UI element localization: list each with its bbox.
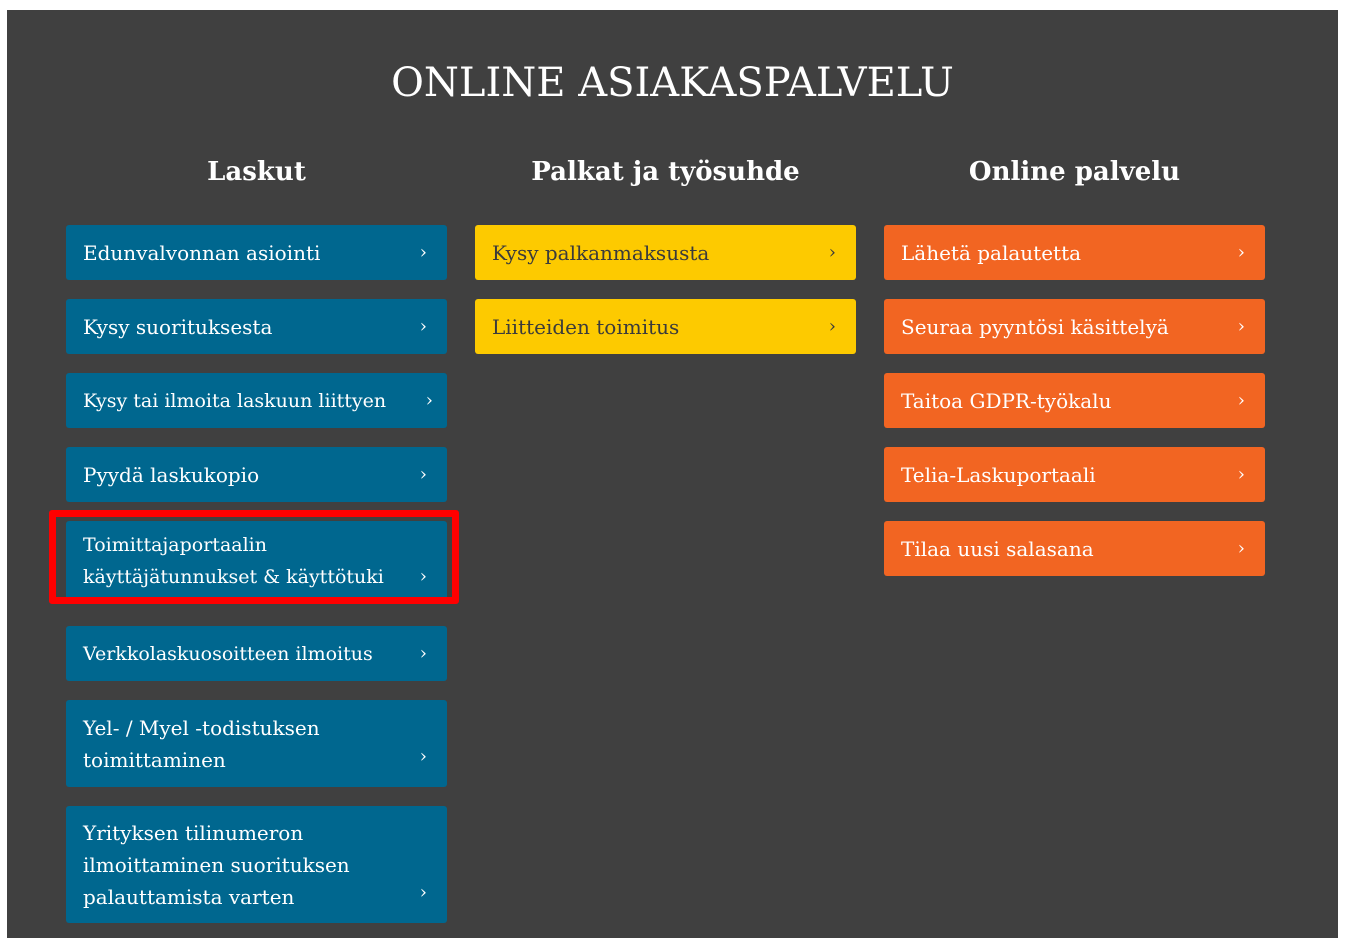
link-kysy-tai-ilmoita-laskuun-liittyen[interactable]: Kysy tai ilmoita laskuun liittyen › [66, 373, 447, 428]
link-telia-laskuportaali[interactable]: Telia-Laskuportaali › [884, 447, 1265, 502]
link-pyyda-laskukopio[interactable]: Pyydä laskukopio › [66, 447, 447, 502]
link-label: Kysy suorituksesta [83, 314, 273, 339]
chevron-right-icon: › [828, 315, 836, 337]
chevron-right-icon: › [828, 241, 836, 263]
link-label: Seuraa pyyntösi käsittelyä [901, 314, 1169, 339]
link-edunvalvonnan-asiointi[interactable]: Edunvalvonnan asiointi › [66, 225, 447, 280]
link-label: Tilaa uusi salasana [901, 536, 1094, 561]
link-label: Taitoa GDPR-työkalu [901, 388, 1112, 413]
column-heading-online-palvelu: Online palvelu [968, 157, 1181, 187]
chevron-right-icon: › [419, 463, 427, 485]
chevron-right-icon: › [1237, 463, 1245, 485]
link-yel-myel-todistuksen-toimittaminen[interactable]: Yel- / Myel -todistuksen toimittaminen › [66, 700, 447, 787]
link-label: Edunvalvonnan asiointi [83, 240, 321, 265]
link-label: Kysy tai ilmoita laskuun liittyen [83, 389, 387, 412]
link-verkkolaskuosoitteen-ilmoitus[interactable]: Verkkolaskuosoitteen ilmoitus › [66, 626, 447, 681]
chevron-right-icon: › [419, 566, 427, 587]
link-laheta-palautetta[interactable]: Lähetä palautetta › [884, 225, 1265, 280]
link-liitteiden-toimitus[interactable]: Liitteiden toimitus › [475, 299, 856, 354]
link-label: Telia-Laskuportaali [901, 462, 1096, 487]
page-title: ONLINE ASIAKASPALVELU [391, 60, 954, 106]
link-label: Liitteiden toimitus [492, 314, 680, 339]
link-label: Yel- / Myel -todistuksen toimittaminen [83, 715, 320, 772]
chevron-right-icon: › [419, 241, 427, 263]
link-label: Verkkolaskuosoitteen ilmoitus [83, 642, 373, 665]
chevron-right-icon: › [425, 389, 433, 411]
chevron-right-icon: › [1237, 315, 1245, 337]
link-kysy-palkanmaksusta[interactable]: Kysy palkanmaksusta › [475, 225, 856, 280]
chevron-right-icon: › [419, 746, 427, 767]
chevron-right-icon: › [1237, 389, 1245, 411]
chevron-right-icon: › [1237, 537, 1245, 559]
link-label: Pyydä laskukopio [83, 462, 260, 487]
link-yrityksen-tilinumeron-ilmoittaminen[interactable]: Yrityksen tilinumeron ilmoittaminen suor… [66, 806, 447, 923]
chevron-right-icon: › [419, 882, 427, 903]
column-heading-palkat: Palkat ja työsuhde [531, 157, 800, 187]
service-panel: ONLINE ASIAKASPALVELU Laskut Edunvalvonn… [7, 10, 1338, 938]
link-label: Yrityksen tilinumeron ilmoittaminen suor… [83, 820, 350, 909]
link-label: Toimittajaportaalin käyttäjätunnukset & … [83, 534, 384, 588]
link-taitoa-gdpr-tyokalu[interactable]: Taitoa GDPR-työkalu › [884, 373, 1265, 428]
link-label: Lähetä palautetta [901, 240, 1082, 265]
column-heading-laskut: Laskut [207, 157, 306, 187]
link-kysy-suorituksesta[interactable]: Kysy suorituksesta › [66, 299, 447, 354]
link-tilaa-uusi-salasana[interactable]: Tilaa uusi salasana › [884, 521, 1265, 576]
link-toimittajaportaalin-kayttajatunnukset[interactable]: Toimittajaportaalin käyttäjätunnukset & … [66, 521, 447, 601]
link-label: Kysy palkanmaksusta [492, 240, 710, 265]
link-seuraa-pyyntosi-kasittelya[interactable]: Seuraa pyyntösi käsittelyä › [884, 299, 1265, 354]
chevron-right-icon: › [419, 642, 427, 664]
chevron-right-icon: › [1237, 241, 1245, 263]
chevron-right-icon: › [419, 315, 427, 337]
